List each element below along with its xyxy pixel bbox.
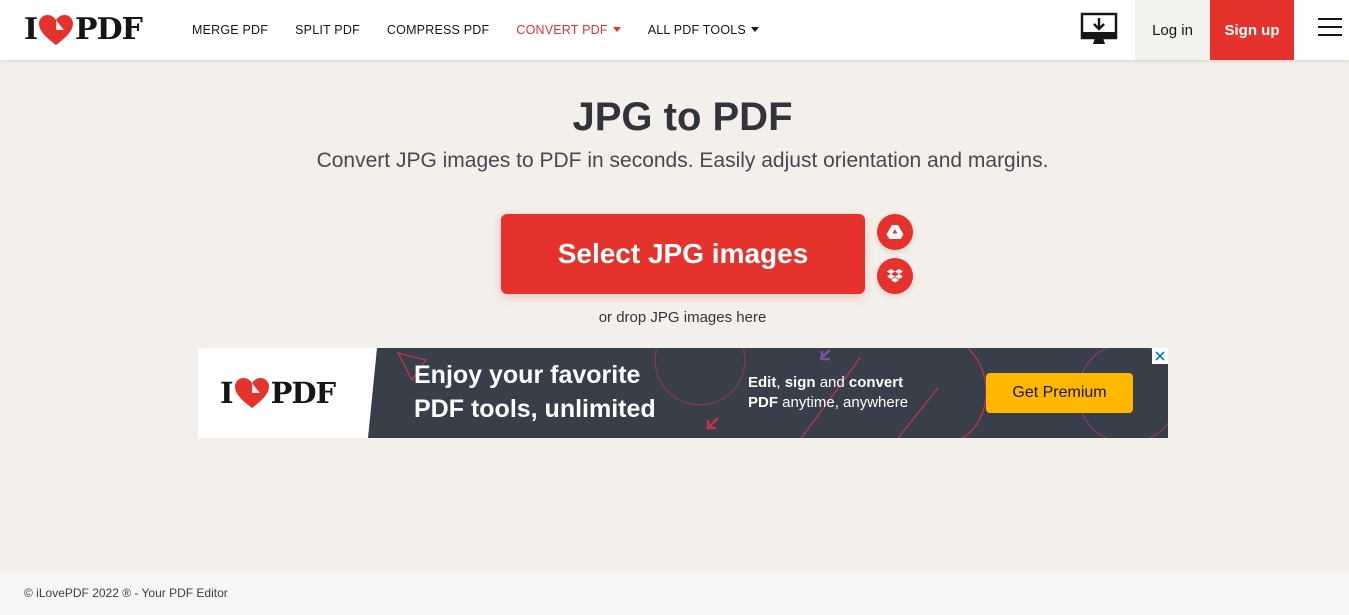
ad-copy-convert: convert	[848, 374, 904, 391]
ad-copy-and: and	[819, 374, 845, 391]
ad-logo-text-pdf: PDF	[270, 376, 337, 410]
nav-compress-pdf[interactable]: COMPRESS PDF	[387, 23, 489, 37]
ad-headline-line1: Enjoy your favorite	[414, 361, 641, 389]
nav-compress-pdf-label: COMPRESS PDF	[386, 23, 490, 37]
drop-hint-text: or drop JPG images here	[598, 309, 767, 326]
nav-all-pdf-tools-label: ALL PDF TOOLS	[647, 23, 746, 37]
ad-copy: Edit, sign and convert PDF anytime, anyw…	[748, 373, 908, 413]
premium-ad-banner[interactable]: I PDF Enjoy your favorite PDF tools, unl…	[198, 348, 1168, 438]
login-button[interactable]: Log in	[1135, 0, 1210, 60]
ad-copy-line2: PDF anytime, anywhere	[748, 393, 908, 413]
close-icon	[1155, 351, 1165, 361]
logo-text-pdf: PDF	[75, 12, 143, 47]
main-nav: MERGE PDF SPLIT PDF COMPRESS PDF CONVERT…	[192, 0, 786, 60]
nav-convert-pdf-label: CONVERT PDF	[516, 23, 608, 37]
hamburger-menu-icon[interactable]	[1312, 18, 1344, 42]
google-drive-icon	[886, 225, 904, 239]
dropbox-button[interactable]	[877, 258, 913, 294]
footer-copyright: © iLovePDF 2022 ® - Your PDF Editor	[24, 586, 228, 600]
caret-down-icon	[612, 26, 621, 32]
caret-down-icon	[750, 26, 759, 32]
page-footer: © iLovePDF 2022 ® - Your PDF Editor	[0, 571, 1349, 615]
ad-logo-letter-i: I	[220, 376, 234, 410]
ad-headline-line2: PDF tools, unlimited	[414, 395, 656, 423]
logo-letter-i: I	[24, 12, 38, 47]
page-title: JPG to PDF	[572, 95, 793, 139]
signup-button[interactable]: Sign up	[1210, 0, 1294, 60]
desktop-app-button[interactable]	[1080, 12, 1118, 48]
top-header: I PDF MERGE PDF SPLIT PDF COMPRESS PDF C…	[0, 0, 1349, 60]
ad-copy-line1: Edit, sign and convert	[748, 373, 908, 393]
google-drive-button[interactable]	[877, 214, 913, 250]
ad-copy-sign: sign	[784, 374, 816, 391]
ad-copy-rest: anytime, anywhere	[782, 394, 909, 411]
heart-icon	[39, 15, 74, 45]
menu-bar	[1318, 34, 1342, 36]
nav-split-pdf[interactable]: SPLIT PDF	[295, 23, 360, 37]
heart-icon	[234, 378, 269, 408]
ad-logo-panel: I PDF	[198, 348, 377, 438]
get-premium-button[interactable]: Get Premium	[986, 373, 1133, 413]
menu-bar	[1318, 26, 1342, 28]
menu-bar	[1318, 18, 1342, 20]
nav-merge-pdf-label: MERGE PDF	[192, 23, 269, 37]
ad-close-button[interactable]	[1152, 348, 1168, 364]
nav-merge-pdf[interactable]: MERGE PDF	[192, 23, 268, 37]
select-jpg-images-button[interactable]: Select JPG images	[501, 214, 865, 294]
dropbox-icon	[887, 269, 903, 283]
ad-headline: Enjoy your favorite PDF tools, unlimited	[414, 358, 734, 426]
nav-split-pdf-label: SPLIT PDF	[295, 23, 360, 37]
ad-copy-pdf: PDF	[748, 394, 778, 411]
page-subtitle: Convert JPG images to PDF in seconds. Ea…	[316, 149, 1049, 172]
ilovepdf-logo[interactable]: I PDF	[24, 12, 143, 47]
desktop-download-icon	[1080, 12, 1118, 44]
ad-copy-comma: ,	[776, 374, 781, 391]
nav-all-pdf-tools[interactable]: ALL PDF TOOLS	[648, 23, 759, 37]
nav-convert-pdf[interactable]: CONVERT PDF	[516, 23, 621, 37]
ad-copy-edit: Edit	[748, 374, 777, 391]
